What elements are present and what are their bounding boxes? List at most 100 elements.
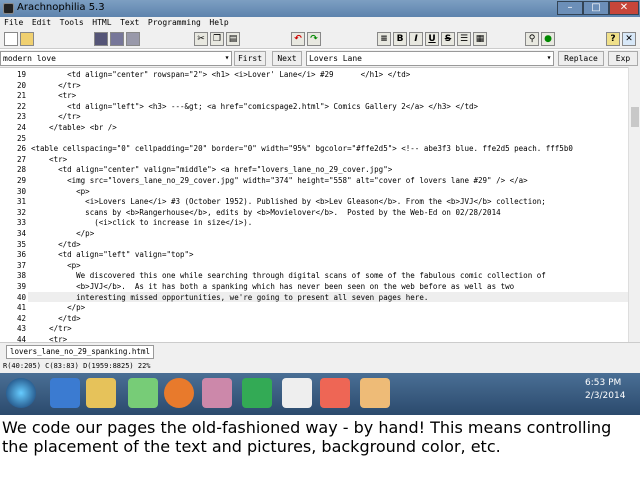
code-line[interactable]: <p> [31,261,81,270]
line-number: 41 [16,303,26,313]
link-icon[interactable]: ⚲ [525,32,539,46]
search-dropdown-icon[interactable]: ▾ [222,51,232,66]
code-line[interactable]: interesting missed opportunities, we're … [31,293,428,302]
menu-html[interactable]: HTML [92,18,111,27]
app-icon-3[interactable] [320,378,350,408]
code-line[interactable]: </td> [31,314,81,323]
vertical-scrollbar[interactable] [628,67,640,342]
menu-bar: File Edit Tools HTML Text Programming He… [0,17,640,29]
terminal-icon[interactable] [242,378,272,408]
line-number: 39 [16,282,26,291]
firefox-icon[interactable] [164,378,194,408]
code-line[interactable]: <i>Lovers Lane</i> #3 (October 1952). Pu… [31,197,546,206]
line-number: 37 [16,260,26,270]
redo-icon[interactable]: ↷ [307,32,321,46]
line-number: 40 [16,292,26,302]
maximize-button[interactable]: □ [583,1,609,15]
center-icon[interactable]: ☰ [457,32,471,46]
code-line[interactable]: <img src="lovers_lane_no_29_cover.jpg" w… [31,176,528,185]
media-icon[interactable] [128,378,158,408]
explorer-icon[interactable] [86,378,116,408]
menu-text[interactable]: Text [120,18,139,27]
code-line[interactable]: (<i>click to increase in size</i>). [31,218,252,227]
find-next-button[interactable]: Next [272,51,302,66]
arachnophilia-icon[interactable] [282,378,312,408]
code-line[interactable]: </p> [31,303,85,312]
find-first-button[interactable]: First [234,51,266,66]
image-icon[interactable]: ● [541,32,555,46]
code-line[interactable]: </td> [31,240,81,249]
line-number: 27 [16,154,26,164]
document-tabs: lovers_lane_no_29_spanking.html [0,342,640,360]
paint-icon[interactable] [360,378,390,408]
cut-icon[interactable]: ✂ [194,32,208,46]
copy-icon[interactable]: ❐ [210,32,224,46]
table-icon[interactable]: ▦ [473,32,487,46]
toolbar: ✂ ❐ ▤ ↶ ↷ ≡ B I U S ☰ ▦ ⚲ ● ? ✕ [0,29,640,49]
search-input[interactable]: modern love [0,51,232,66]
italic-button[interactable]: I [409,32,423,46]
code-line[interactable]: <tr> [31,335,67,342]
menu-file[interactable]: File [4,18,23,27]
line-number: 20 [16,80,26,90]
menu-programming[interactable]: Programming [148,18,201,27]
exp-button[interactable]: Exp [608,51,638,66]
find-bar: modern love ▾ First Next Lovers Lane ▾ R… [0,50,640,67]
save-as-icon[interactable] [126,32,140,46]
scroll-thumb[interactable] [631,107,639,127]
line-number: 21 [16,91,26,101]
code-line[interactable]: </p> [31,229,94,238]
code-line[interactable]: <td align="center" rowspan="2"> <h1> <i>… [31,70,410,79]
ie-icon[interactable] [50,378,80,408]
code-line[interactable]: We discovered this one while searching t… [31,271,546,280]
status-bar: R(40:205) C(83:83) D(1959:8825) 22% [0,360,640,373]
underline-button[interactable]: U [425,32,439,46]
replace-dropdown-icon[interactable]: ▾ [544,51,554,66]
menu-help[interactable]: Help [209,18,228,27]
line-number: 19 [16,70,26,79]
list-icon[interactable]: ≡ [377,32,391,46]
open-folder-icon[interactable] [20,32,34,46]
code-line[interactable]: <tr> [31,155,67,164]
code-line[interactable]: scans by <b>Rangerhouse</b>, edits by <b… [31,208,500,217]
strike-button[interactable]: S [441,32,455,46]
code-line[interactable]: <td align="left" valign="top"> [31,250,193,259]
app-icon-2[interactable] [202,378,232,408]
bold-button[interactable]: B [393,32,407,46]
start-button-icon[interactable] [6,378,36,408]
undo-icon[interactable]: ↶ [291,32,305,46]
menu-tools[interactable]: Tools [60,18,84,27]
save-icon[interactable] [94,32,108,46]
line-number: 24 [16,123,26,132]
line-number-gutter: 19 20 21 22 23 24 25 26 27 28 29 30 31 32 33 34 35 36 37 38… [0,68,28,342]
line-number: 43 [16,324,26,334]
code-line[interactable]: </table> <br /> [31,123,117,132]
replace-button[interactable]: Replace [558,51,604,66]
code-line[interactable]: <tr> [31,91,76,100]
line-number: 26 [16,144,26,154]
line-number: 42 [16,313,26,323]
save-all-icon[interactable] [110,32,124,46]
code-line[interactable]: </tr> [31,324,72,333]
code-line[interactable]: <p> [31,187,90,196]
menu-edit[interactable]: Edit [32,18,51,27]
replace-input[interactable]: Lovers Lane [306,51,554,66]
code-line[interactable]: <b>JVJ</b>. As it has both a spanking wh… [31,282,514,291]
code-line[interactable]: </tr> [31,81,81,90]
help-button[interactable]: ? [606,32,620,46]
code-line[interactable]: <td align="left"> <h3> ---&gt; <a href="… [31,102,478,111]
code-editor[interactable]: 19 20 21 22 23 24 25 26 27 28 29 30 31 32 33 34 35 36 37 38… [0,67,640,342]
line-number: 38 [16,271,26,281]
line-number: 28 [16,165,26,175]
line-number: 44 [16,335,26,342]
code-line[interactable]: </tr> [31,112,81,121]
new-file-icon[interactable] [4,32,18,46]
document-tab[interactable]: lovers_lane_no_29_spanking.html [6,345,154,359]
line-number: 31 [16,197,26,207]
code-line[interactable]: <table cellspacing="0" cellpadding="20" … [31,144,573,153]
minimize-button[interactable]: – [557,1,583,15]
close-doc-icon[interactable]: ✕ [622,32,636,46]
close-button[interactable]: ✕ [609,1,639,15]
paste-icon[interactable]: ▤ [226,32,240,46]
code-line[interactable]: <td align="center" valign="middle"> <a h… [31,165,392,174]
